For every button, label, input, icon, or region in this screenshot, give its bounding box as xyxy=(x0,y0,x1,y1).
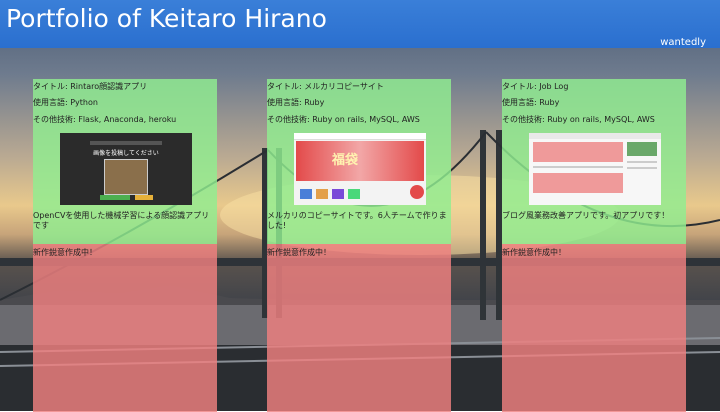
portfolio-card[interactable]: タイトル: メルカリコピーサイト 使用言語: Ruby その他技術: Ruby … xyxy=(267,79,451,244)
card-title: タイトル: Rintaro顔認識アプリ xyxy=(33,82,148,91)
wip-label: 新作鋭意作成中！ xyxy=(33,248,97,257)
portfolio-column-3: タイトル: Job Log 使用言語: Ruby その他技術: Ruby on … xyxy=(502,79,686,412)
portfolio-card[interactable]: タイトル: Rintaro顔認識アプリ 使用言語: Python その他技術: … xyxy=(33,79,217,244)
wantedly-link[interactable]: wantedly xyxy=(660,37,706,48)
thumb-caption: 画像を投稿してください xyxy=(93,150,159,157)
site-header: Portfolio of Keitaro Hirano wantedly xyxy=(0,0,720,48)
wip-placeholder: 新作鋭意作成中！ xyxy=(502,244,686,412)
portfolio-column-1: タイトル: Rintaro顔認識アプリ 使用言語: Python その他技術: … xyxy=(33,79,217,412)
portfolio-column-2: タイトル: メルカリコピーサイト 使用言語: Ruby その他技術: Ruby … xyxy=(267,79,451,412)
portfolio-card[interactable]: タイトル: Job Log 使用言語: Ruby その他技術: Ruby on … xyxy=(502,79,686,244)
card-tech: その他技術: Ruby on rails, MySQL, AWS xyxy=(267,115,420,124)
card-language: 使用言語: Python xyxy=(33,98,98,107)
card-language: 使用言語: Ruby xyxy=(267,98,325,107)
card-title: タイトル: Job Log xyxy=(502,82,569,91)
card-screenshot[interactable] xyxy=(529,133,661,205)
card-tech: その他技術: Ruby on rails, MySQL, AWS xyxy=(502,115,655,124)
card-title: タイトル: メルカリコピーサイト xyxy=(267,82,384,91)
card-language: 使用言語: Ruby xyxy=(502,98,560,107)
card-screenshot[interactable]: 福袋 xyxy=(294,133,426,205)
card-tech: その他技術: Flask, Anaconda, heroku xyxy=(33,115,177,124)
wip-placeholder: 新作鋭意作成中！ xyxy=(267,244,451,412)
card-description: OpenCVを使用した機械学習による顔認識アプリです xyxy=(33,211,210,230)
card-description: ブログ風業務改善アプリです。初アプリです！ xyxy=(502,211,670,220)
site-title: Portfolio of Keitaro Hirano xyxy=(6,4,327,33)
wip-placeholder: 新作鋭意作成中！ xyxy=(33,244,217,412)
card-description: メルカリのコピーサイトです。6人チームで作りました! xyxy=(267,211,447,230)
wip-label: 新作鋭意作成中！ xyxy=(267,248,331,257)
wip-label: 新作鋭意作成中！ xyxy=(502,248,566,257)
thumb-caption: 福袋 xyxy=(332,153,359,168)
card-screenshot[interactable]: 画像を投稿してください xyxy=(60,133,192,205)
